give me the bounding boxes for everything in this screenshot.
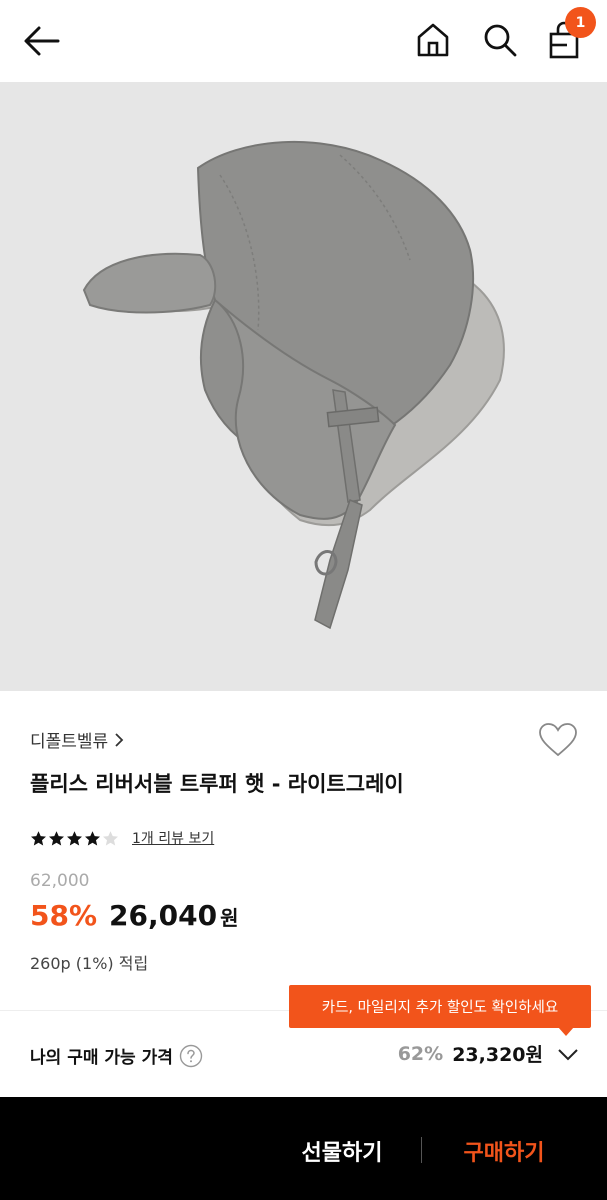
discount-rate: 58% [30, 899, 98, 932]
star-filled-icon [31, 830, 46, 845]
discount-tooltip: 카드, 마일리지 추가 할인도 확인하세요 [289, 985, 591, 1028]
home-icon[interactable] [416, 22, 450, 58]
tooltip-tail [558, 1027, 574, 1036]
back-arrow-icon[interactable] [22, 24, 62, 58]
product-image[interactable] [0, 82, 607, 691]
question-circle-icon[interactable] [179, 1044, 203, 1068]
my-price-toggle[interactable]: 62% 23,320원 [398, 1040, 579, 1067]
brand-link[interactable]: 디폴트벨류 [30, 727, 124, 752]
review-link[interactable]: 1개 리뷰 보기 [132, 828, 214, 848]
brand-name: 디폴트벨류 [30, 732, 109, 752]
button-divider [421, 1137, 422, 1163]
star-empty-icon [103, 830, 118, 845]
sale-price: 26,040 [109, 899, 218, 932]
star-filled-icon [49, 830, 64, 845]
my-discount-rate: 62% [397, 1042, 444, 1065]
cart-count-badge: 1 [565, 7, 596, 38]
original-price: 62,000 [30, 871, 90, 891]
trooper-hat-image [82, 140, 505, 630]
currency-label: 원 [220, 906, 239, 930]
my-price-value: 23,320원 [452, 1044, 543, 1066]
my-price-label: 나의 구매 가능 가격 [30, 1048, 173, 1068]
product-title: 플리스 리버서블 트루퍼 햇 - 라이트그레이 [30, 772, 404, 796]
price-row: 58% 26,040 원 [30, 899, 239, 932]
top-bar: 1 [0, 0, 607, 82]
points-info: 260p (1%) 적립 [30, 954, 149, 973]
star-filled-icon [85, 830, 100, 845]
chevron-right-icon [115, 732, 124, 747]
chevron-down-icon [558, 1048, 578, 1060]
rating-row: 1개 리뷰 보기 [30, 828, 214, 848]
search-icon[interactable] [482, 22, 518, 58]
gift-button[interactable]: 선물하기 [280, 1131, 404, 1171]
heart-outline-icon[interactable] [538, 722, 578, 758]
star-filled-icon [67, 830, 82, 845]
buy-button[interactable]: 구매하기 [444, 1131, 564, 1171]
star-rating [30, 830, 120, 847]
my-price-label-group: 나의 구매 가능 가격 [30, 1043, 203, 1068]
